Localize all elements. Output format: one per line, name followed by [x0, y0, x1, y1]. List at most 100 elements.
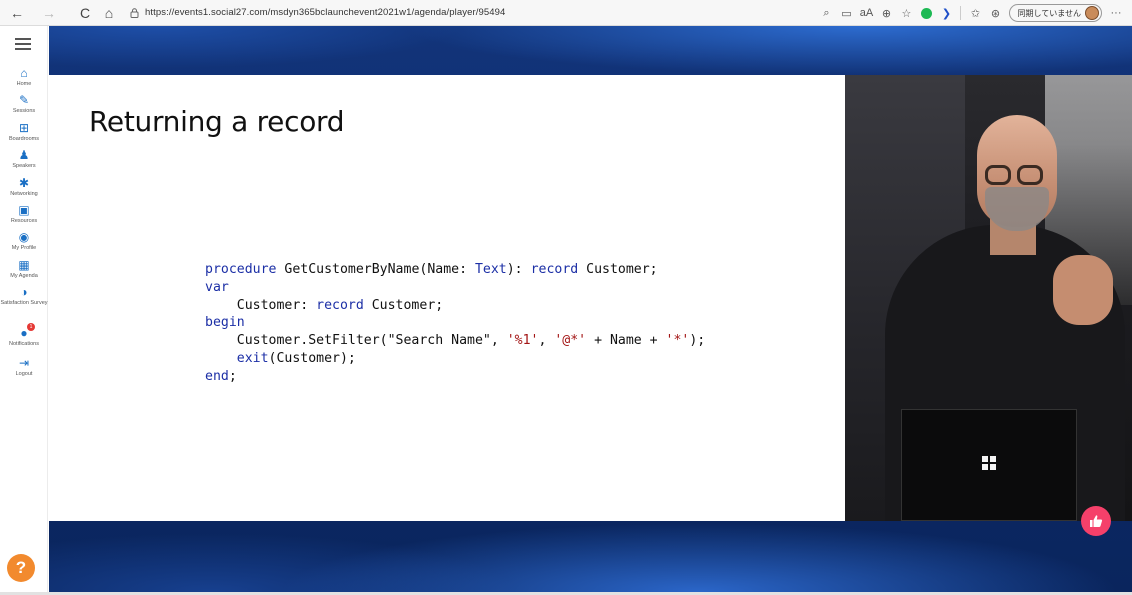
code-line: begin [205, 314, 705, 332]
slide-title: Returning a record [89, 105, 345, 138]
pencil-icon: ✎ [18, 93, 30, 107]
sidebar-item-sessions[interactable]: ✎ Sessions [0, 93, 48, 115]
left-sidebar: ⌂ Home ✎ Sessions ⊞ Boardrooms ♟ Speakers ✱ Netwo… [0, 26, 48, 592]
sidebar-item-my-agenda[interactable]: ▦ My Agenda [0, 258, 48, 280]
code-line: var [205, 279, 705, 297]
url-text[interactable]: https://events1.social27.com/msdyn365bcl… [145, 7, 505, 18]
presentation-slide: Returning a record procedure GetCustomer… [49, 75, 845, 521]
laptop [901, 409, 1077, 521]
notification-count-badge: 1 [27, 323, 35, 331]
toolbar-divider [960, 6, 962, 20]
extension-blue-icon[interactable]: ❯ [936, 3, 956, 23]
help-button[interactable]: ? [7, 554, 35, 582]
code-keyword: procedure [205, 262, 277, 277]
sidebar-item-notifications[interactable]: ● 1 Notifications [0, 323, 48, 348]
thumbs-up-icon [1090, 515, 1103, 527]
sidebar-item-speakers[interactable]: ♟ Speakers [0, 148, 48, 170]
code-text: Customer: [205, 297, 317, 313]
code-keyword: var [205, 279, 229, 295]
back-arrow-icon[interactable]: ← [6, 2, 28, 24]
sidebar-item-label: Satisfaction Survey [0, 300, 48, 306]
code-line: procedure GetCustomerByName(Name: Text):… [205, 261, 705, 279]
sync-status-label: 同期していません [1017, 8, 1081, 18]
resources-icon: ▣ [18, 203, 30, 217]
survey-icon: ◑ [20, 285, 28, 299]
speaker-video [845, 75, 1132, 521]
sidebar-item-label: My Agenda [10, 273, 38, 279]
zoom-icon[interactable]: ⊕ [876, 3, 896, 23]
like-button[interactable] [1081, 506, 1111, 536]
speaker-glasses [985, 165, 1011, 185]
code-text: Customer; [363, 297, 444, 313]
more-menu-icon[interactable]: ··· [1106, 3, 1126, 23]
code-text: ; [228, 368, 237, 384]
code-text: ); [689, 333, 706, 349]
lock-icon [128, 7, 140, 19]
code-line: Customer.SetFilter("Search Name", '%1', … [205, 332, 706, 350]
speaker-hand [1053, 255, 1113, 325]
sidebar-item-label: Networking [10, 191, 38, 197]
sidebar-item-label: Sessions [12, 108, 36, 114]
extension-green-icon[interactable] [916, 3, 936, 23]
profile-icon: ◉ [18, 230, 30, 244]
speaker-icon: ♟ [18, 148, 30, 162]
reader-view-icon[interactable]: ▭ [836, 3, 856, 23]
address-bar[interactable]: https://events1.social27.com/msdyn365bcl… [128, 3, 505, 23]
sidebar-item-label: Speakers [12, 163, 36, 169]
stage-background-bottom [49, 522, 1132, 592]
code-keyword: exit [236, 350, 269, 366]
code-keyword: record [316, 297, 364, 313]
logout-icon: ⇥ [18, 356, 30, 370]
session-player: Returning a record procedure GetCustomer… [49, 26, 1132, 592]
favorite-add-icon[interactable]: ☆ [896, 3, 916, 23]
sidebar-item-label: My Profile [11, 245, 37, 251]
profile-sync-button[interactable]: 同期していません [1009, 4, 1102, 22]
calendar-icon: ▦ [18, 258, 30, 272]
code-text: (Customer); [268, 350, 356, 366]
code-text: Customer.SetFilter("Search Name", [205, 333, 507, 349]
code-keyword: begin [205, 315, 245, 331]
code-keyword: Text [474, 262, 507, 277]
sidebar-item-logout[interactable]: ⇥ Logout [0, 356, 48, 378]
browser-toolbar: ← → C ⌂ https://events1.social27.com/msd… [0, 0, 1132, 26]
code-line: Customer: record Customer; [205, 297, 705, 315]
code-string: '%1' [506, 333, 539, 349]
home-icon: ⌂ [20, 66, 28, 80]
networking-icon: ✱ [18, 176, 30, 190]
windows-logo-icon [982, 456, 996, 470]
code-text: + Name + [586, 333, 666, 349]
code-text: , [538, 333, 555, 349]
code-keyword: record [530, 262, 579, 277]
code-line: exit(Customer); [205, 350, 705, 368]
code-text: ): [506, 262, 531, 277]
stage-background-top [49, 26, 1132, 76]
sidebar-item-home[interactable]: ⌂ Home [0, 66, 48, 88]
sidebar-item-resources[interactable]: ▣ Resources [0, 203, 48, 225]
sidebar-item-networking[interactable]: ✱ Networking [0, 176, 48, 198]
code-string: '@*' [554, 333, 587, 349]
favorites-icon[interactable]: ✩ [965, 3, 985, 23]
sidebar-item-label: Home [16, 81, 32, 87]
avatar [1085, 6, 1099, 20]
sidebar-item-label: Logout [15, 371, 33, 377]
read-aloud-icon[interactable]: aA [856, 3, 876, 23]
code-text: Customer; [578, 262, 658, 277]
sidebar-item-label: Resources [10, 218, 38, 224]
code-string: '*' [665, 333, 690, 349]
speaker-glasses [1017, 165, 1043, 185]
sidebar-item-my-profile[interactable]: ◉ My Profile [0, 230, 48, 252]
home-browser-icon[interactable]: ⌂ [98, 2, 120, 24]
search-page-icon[interactable]: ⌕ [816, 3, 836, 23]
collections-icon[interactable]: ⊛ [985, 3, 1005, 23]
sidebar-item-boardrooms[interactable]: ⊞ Boardrooms [0, 121, 48, 143]
sidebar-item-label: Boardrooms [9, 136, 39, 142]
sidebar-item-label: Notifications [9, 341, 39, 347]
forward-arrow-icon[interactable]: → [38, 2, 60, 24]
code-text: GetCustomerByName(Name: [276, 262, 475, 277]
code-keyword: end [205, 368, 229, 384]
sidebar-item-satisfaction-survey[interactable]: ◑ Satisfaction Survey [0, 285, 48, 307]
hamburger-menu-icon[interactable] [15, 38, 31, 50]
code-block: procedure GetCustomerByName(Name: Text):… [205, 261, 705, 386]
code-line: end; [205, 368, 705, 386]
reload-icon[interactable]: C [74, 2, 96, 24]
